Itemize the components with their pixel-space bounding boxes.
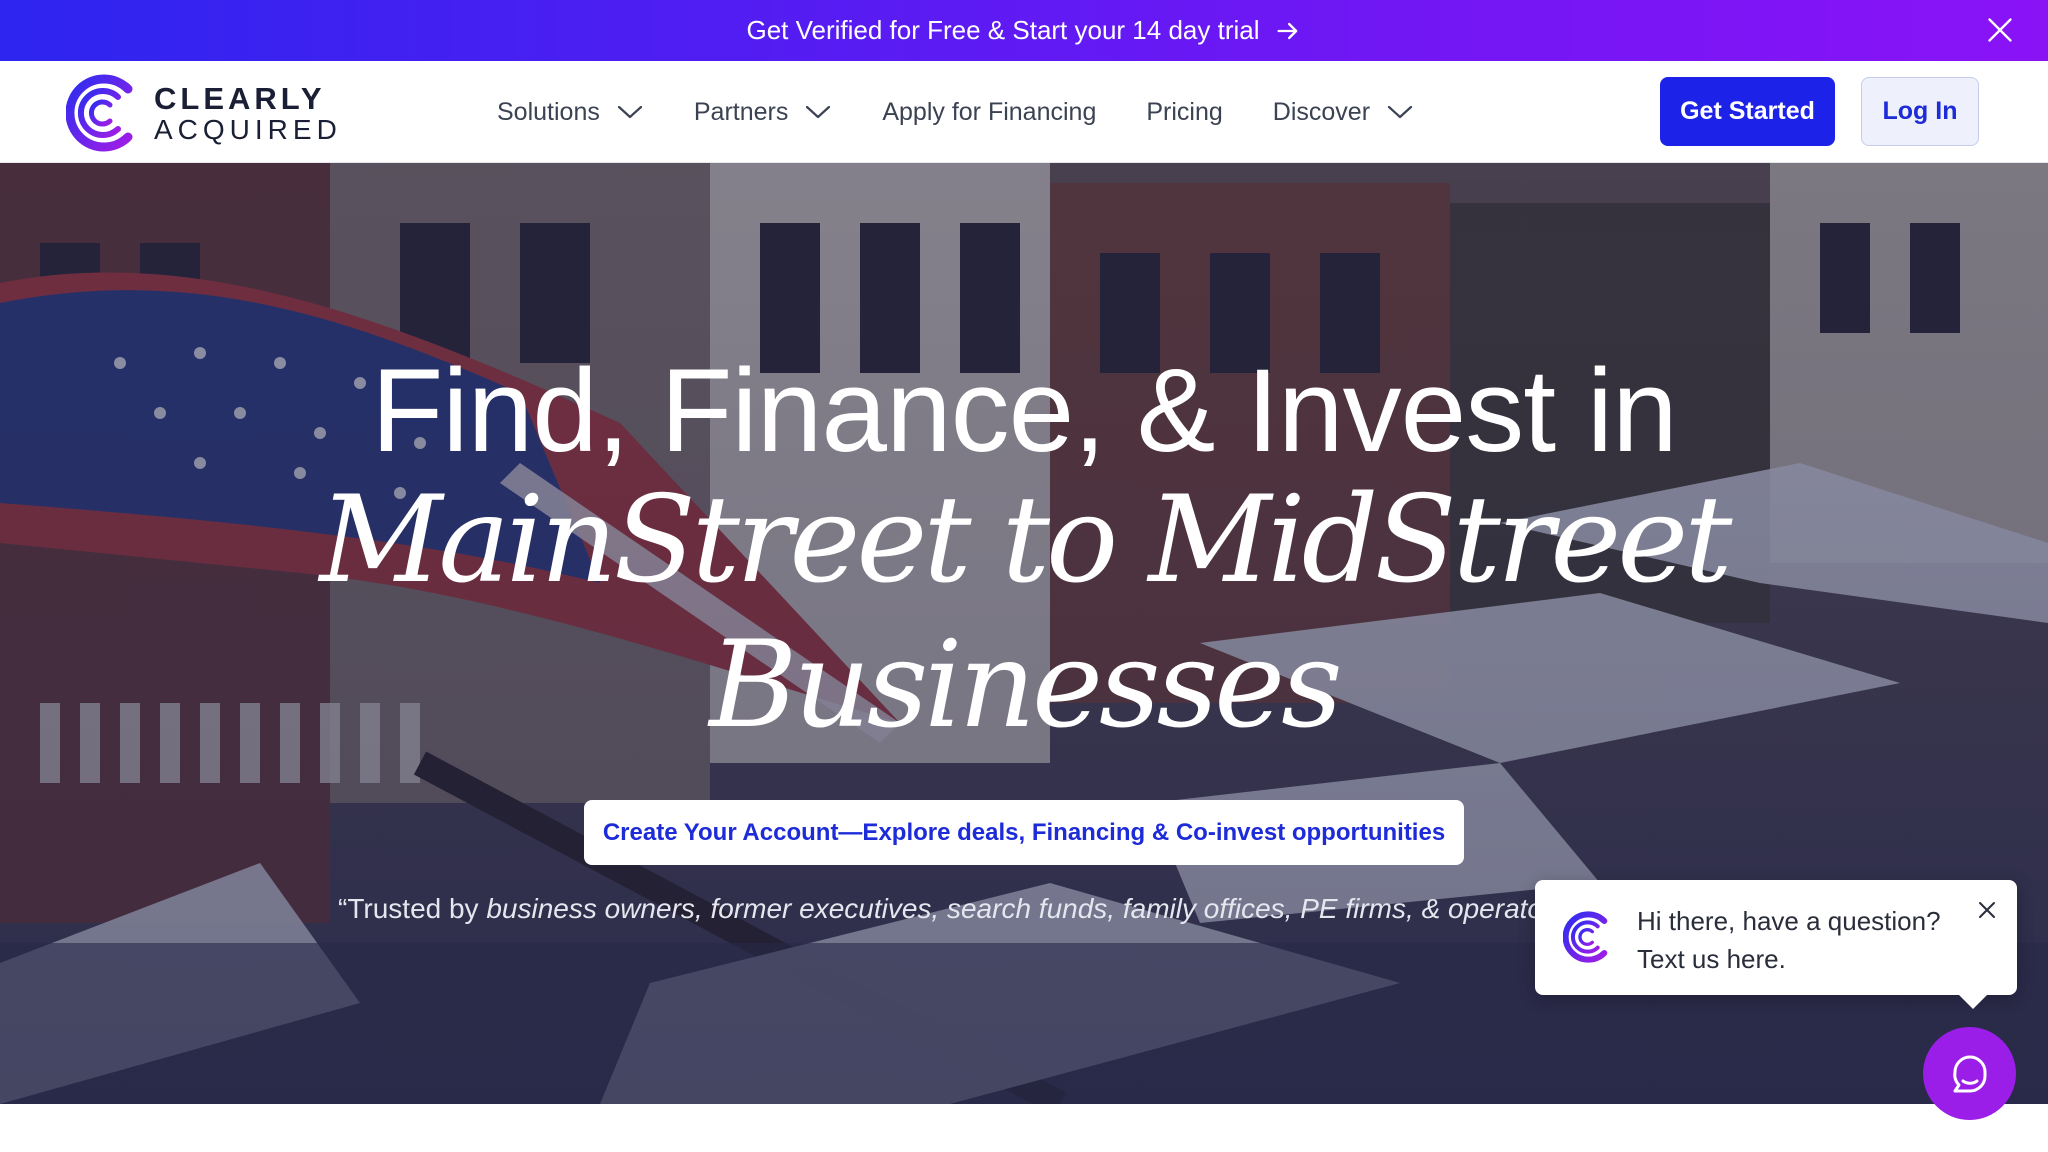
logo-text-top: CLEARLY [154,80,326,116]
promo-banner: Get Verified for Free & Start your 14 da… [0,0,2048,61]
close-icon[interactable] [1986,16,2014,44]
trust-prefix: “Trusted by [338,893,487,924]
logo-mark-icon [66,74,133,152]
logo-mark-icon [1563,911,1608,963]
logo-text-bottom: ACQUIRED [154,113,342,145]
nav-item-label: Pricing [1146,97,1223,126]
logo-wordmark: CLEARLY ACQUIRED [154,83,342,144]
nav-item-solutions[interactable]: Solutions [497,98,644,127]
nav-item-label: Apply for Financing [882,97,1097,126]
nav-item-discover[interactable]: Discover [1273,98,1414,127]
chevron-down-icon [806,105,831,119]
below-hero-area [0,1104,2048,1152]
chat-message-line2: Text us here. [1637,944,1786,974]
hero-headline-line3: Businesses [709,616,1343,755]
nav-item-label: Solutions [497,97,600,126]
logo[interactable]: CLEARLY ACQUIRED [66,73,342,153]
nav-item-apply-for-financing[interactable]: Apply for Financing [882,98,1096,127]
main-nav: Solutions Partners Apply for Financing P… [497,61,1464,163]
hero-headline-line1: Find, Finance, & Invest in [371,345,1677,477]
promo-text: Get Verified for Free & Start your 14 da… [746,15,1260,45]
promo-link[interactable]: Get Verified for Free & Start your 14 da… [746,15,1301,46]
chevron-down-icon [617,105,642,119]
chevron-down-icon [1387,105,1413,119]
trust-statement: “Trusted by business owners, former exec… [338,893,1566,925]
chat-launcher-button[interactable] [1923,1027,2016,1120]
chat-message: Hi there, have a question? Text us here. [1637,902,1941,978]
chat-message-line1: Hi there, have a question? [1637,906,1941,936]
close-icon[interactable] [1977,900,1997,920]
arrow-right-icon [1277,22,1297,39]
create-account-button[interactable]: Create Your Account—Explore deals, Finan… [584,800,1464,865]
page: Get Verified for Free & Start your 14 da… [0,0,2048,1152]
trust-audience: business owners, former executives, sear… [486,893,1567,924]
nav-item-label: Discover [1272,97,1371,126]
chat-popup[interactable]: Hi there, have a question? Text us here. [1535,880,2017,1009]
chat-bubble-icon [1952,1055,1986,1092]
nav-item-pricing[interactable]: Pricing [1146,98,1222,127]
log-in-button[interactable]: Log In [1861,77,1979,146]
nav-item-partners[interactable]: Partners [694,98,832,127]
get-started-button[interactable]: Get Started [1660,77,1835,146]
hero-headline-line2: MainStreet to MidStreet [319,471,1733,610]
site-header: CLEARLY ACQUIRED Solutions Partners Appl… [0,61,2048,163]
nav-item-label: Partners [693,97,789,126]
